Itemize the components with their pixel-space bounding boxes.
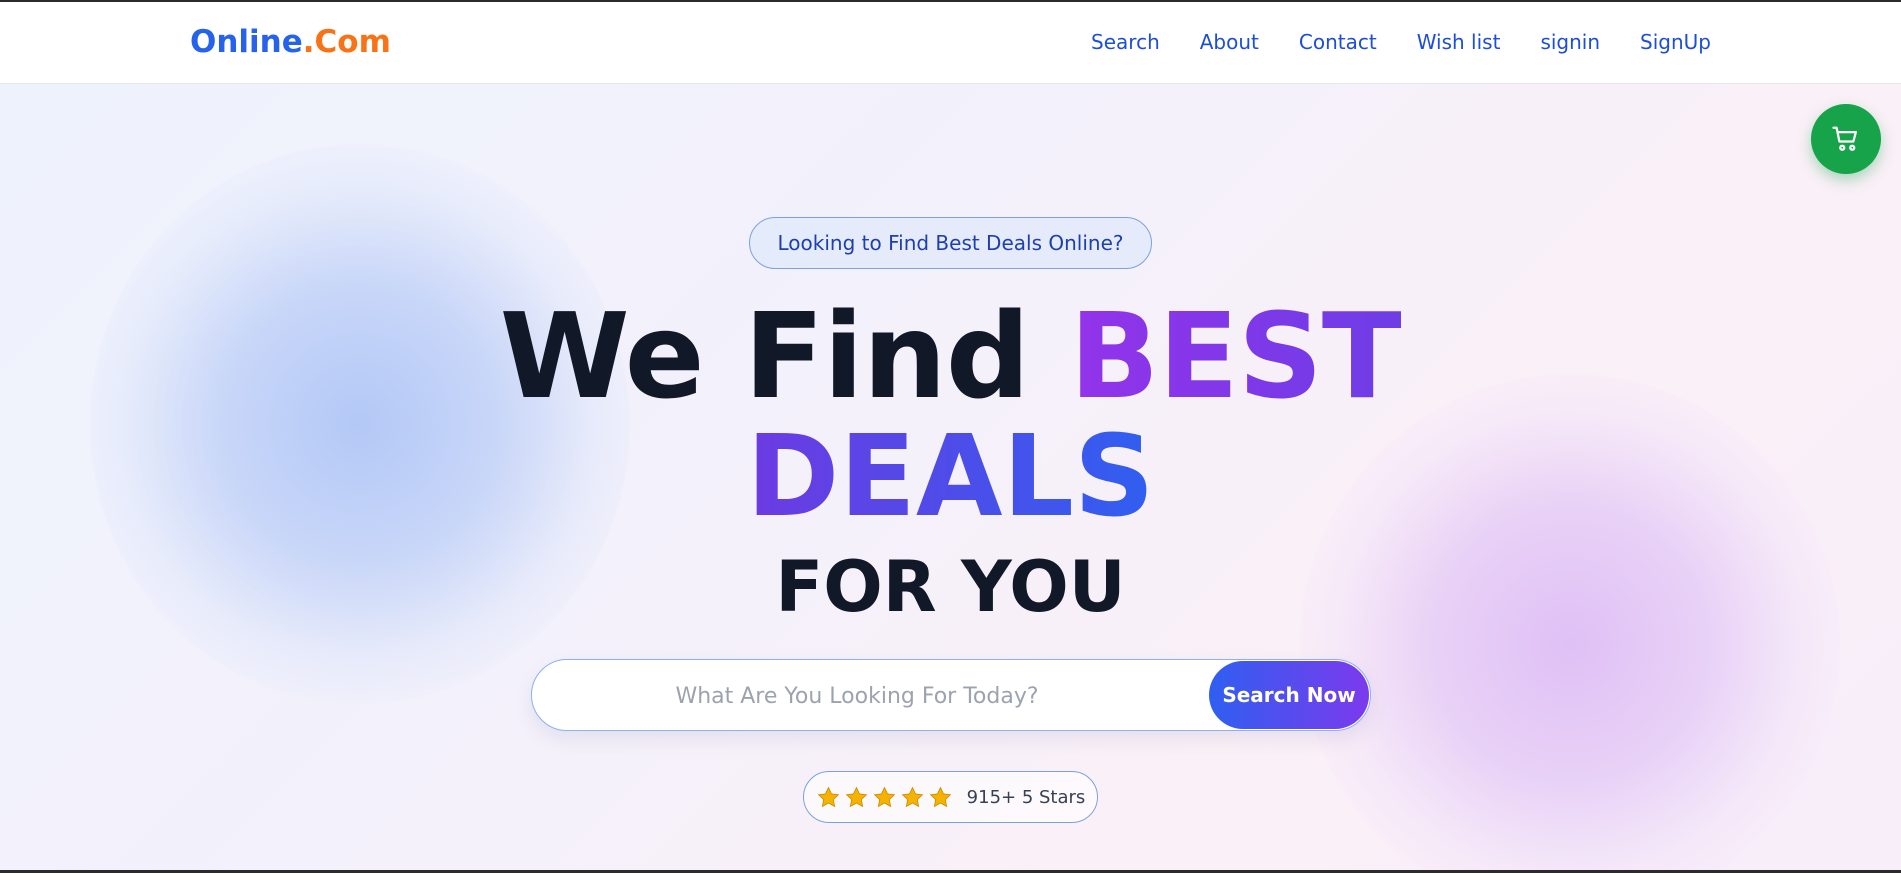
- shopping-cart-icon: [1832, 126, 1857, 151]
- brand-name-part2: .Com: [302, 24, 391, 60]
- star-icon: [929, 786, 952, 807]
- headline-line-3: FOR YOU: [775, 546, 1126, 628]
- headline-dark-text: We Find: [499, 287, 1070, 425]
- nav-link-search[interactable]: Search: [1091, 30, 1160, 54]
- headline-accent-text: BEST: [1069, 287, 1402, 425]
- brand-name-part1: Online: [190, 24, 303, 60]
- nav-link-about[interactable]: About: [1200, 30, 1259, 54]
- brand-logo[interactable]: Online.Com: [190, 24, 391, 60]
- cart-button[interactable]: [1811, 104, 1881, 174]
- top-navbar: Online.Com Search About Contact Wish lis…: [0, 2, 1901, 84]
- nav-link-signin[interactable]: signin: [1540, 30, 1600, 54]
- headline-line-1: We Find BEST: [0, 297, 1901, 415]
- rating-text: 915+ 5 Stars: [966, 786, 1086, 808]
- nav-link-contact[interactable]: Contact: [1299, 30, 1377, 54]
- star-icon: [817, 786, 840, 807]
- search-bar: Search Now: [531, 659, 1412, 731]
- star-icon: [873, 786, 896, 807]
- page: Online.Com Search About Contact Wish lis…: [0, 0, 1901, 873]
- star-rating: [816, 785, 953, 810]
- hero-tagline-pill: Looking to Find Best Deals Online?: [749, 217, 1152, 269]
- headline-deals-text: DEALS: [746, 412, 1155, 542]
- headline-line-2: DEALS: [0, 421, 1901, 533]
- nav-link-signup[interactable]: SignUp: [1640, 30, 1711, 54]
- nav-link-wish-list[interactable]: Wish list: [1417, 30, 1501, 54]
- search-now-button[interactable]: Search Now: [1209, 661, 1369, 729]
- hero-section: Looking to Find Best Deals Online? We Fi…: [0, 84, 1901, 873]
- nav-links: Search About Contact Wish list signin Si…: [1091, 30, 1711, 54]
- rating-badge: 915+ 5 Stars: [803, 771, 1098, 823]
- star-icon: [901, 786, 924, 807]
- star-icon: [845, 786, 868, 807]
